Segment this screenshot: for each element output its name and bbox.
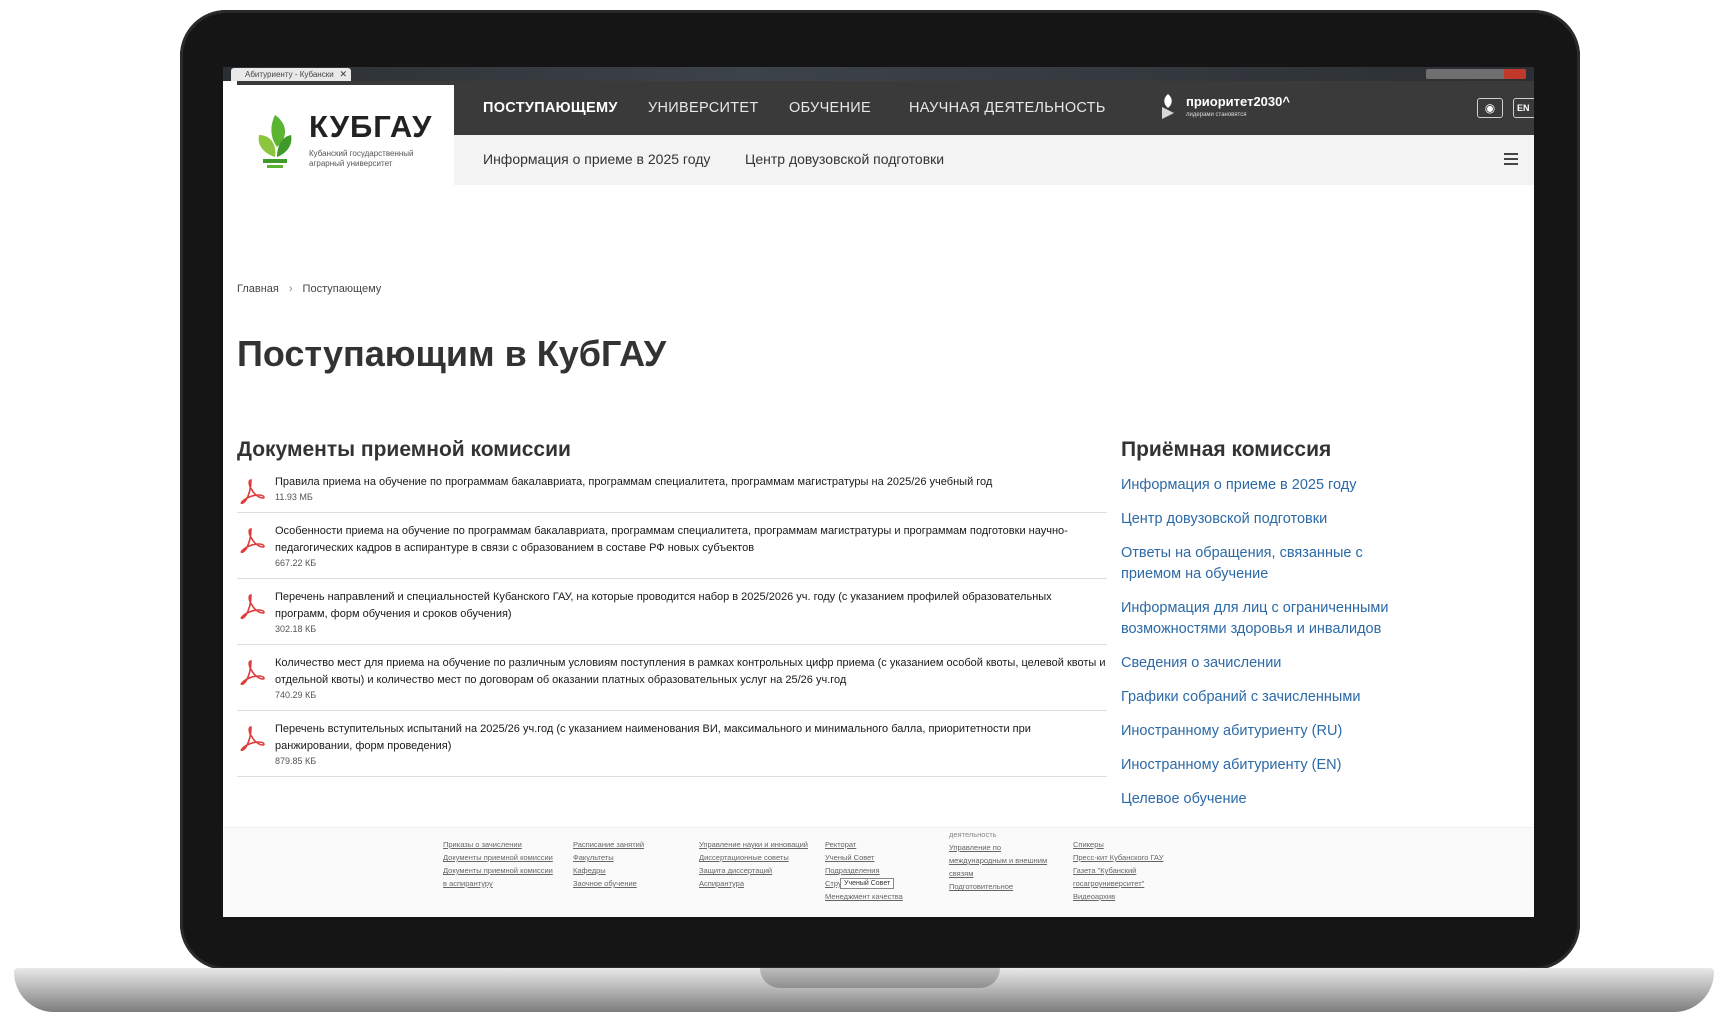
footer-link[interactable]: Заочное обучение [573, 877, 683, 890]
footer-link[interactable]: Управление науки и инноваций [699, 838, 809, 851]
footer-column: Приказы о зачислении Документы приемной … [443, 838, 553, 890]
priority-subtitle: лидерами становятся [1186, 112, 1247, 118]
sidebar-link-foreign-en[interactable]: Иностранному абитуриенту (EN) [1121, 755, 1421, 776]
sub-navigation: Информация о приеме в 2025 году Центр до… [454, 135, 1534, 185]
laptop-notch [760, 968, 1000, 988]
footer-link[interactable]: Диссертационные советы [699, 851, 809, 864]
footer-heading: деятельность [949, 830, 997, 839]
sidebar-link-targeted[interactable]: Целевое обучение [1121, 789, 1421, 810]
document-size: 740.29 КБ [275, 690, 317, 700]
breadcrumb-current: Поступающему [302, 283, 382, 295]
menu-icon[interactable] [1504, 153, 1518, 165]
logo-subtitle: Кубанский государственный аграрный униве… [309, 149, 414, 168]
documents-title: Документы приемной комиссии [237, 438, 571, 461]
footer-link[interactable]: Ученый Совет [825, 851, 935, 864]
language-button[interactable]: EN [1513, 98, 1534, 118]
footer-link[interactable]: Документы приемной комиссии в аспирантур… [443, 864, 553, 890]
pdf-icon [240, 726, 265, 751]
pdf-icon [240, 528, 265, 553]
document-item[interactable]: Перечень вступительных испытаний на 2025… [237, 711, 1107, 777]
subnav-item-preuniversity[interactable]: Центр довузовской подготовки [745, 151, 944, 167]
logo-title: КУБГАУ [309, 109, 433, 144]
window-controls[interactable] [1426, 69, 1526, 79]
pdf-icon [240, 479, 265, 504]
footer-link[interactable]: Кафедры [573, 864, 683, 877]
logo[interactable]: КУБГАУ Кубанский государственный аграрны… [237, 81, 454, 259]
footer-link[interactable]: Ректорат [825, 838, 935, 851]
footer-column: деятельность Управление по международным… [949, 828, 1059, 893]
nav-item-university[interactable]: УНИВЕРСИТЕТ [648, 100, 759, 116]
sidebar-link-admission-info[interactable]: Информация о приеме в 2025 году [1121, 475, 1421, 496]
footer-link[interactable]: Спикеры [1073, 838, 1183, 851]
document-name: Особенности приема на обучение по програ… [275, 525, 1068, 554]
sidebar-link-answers[interactable]: Ответы на обращения, связанные с приемом… [1121, 543, 1421, 585]
sidebar-link-disabilities[interactable]: Информация для лиц с ограниченными возмо… [1121, 598, 1421, 640]
document-size: 302.18 КБ [275, 624, 317, 634]
nav-item-education[interactable]: ОБУЧЕНИЕ [789, 100, 871, 116]
footer-link[interactable]: Управление по международным и внешним св… [949, 841, 1059, 880]
site-footer: Приказы о зачислении Документы приемной … [223, 827, 1534, 917]
breadcrumb: Главная › Поступающему [237, 283, 381, 295]
laptop-screen: Абитуриенту - Кубански ✕ КУБГАУ Кубански… [223, 67, 1534, 917]
footer-column: Спикеры Пресс-кит Кубанского ГАУ Газета … [1073, 838, 1183, 903]
close-icon[interactable]: ✕ [339, 68, 347, 81]
footer-column: Расписание занятий Факультеты Кафедры За… [573, 838, 683, 890]
footer-link[interactable]: Защита диссертаций [699, 864, 809, 877]
document-size: 667.22 КБ [275, 558, 317, 568]
footer-column: Управление науки и инноваций Диссертацио… [699, 838, 809, 890]
breadcrumb-separator: › [288, 283, 293, 295]
document-item[interactable]: Правила приема на обучение по программам… [237, 464, 1107, 513]
nav-item-research[interactable]: НАУЧНАЯ ДЕЯТЕЛЬНОСТЬ [909, 100, 1106, 116]
footer-link[interactable]: Видеоархив [1073, 890, 1183, 903]
document-name: Правила приема на обучение по программам… [275, 476, 993, 488]
footer-link[interactable]: Документы приемной комиссии [443, 851, 553, 864]
site-header: КУБГАУ Кубанский государственный аграрны… [223, 81, 1534, 259]
footer-link[interactable]: Газета "Кубанский госагроуниверситет" [1073, 864, 1183, 890]
window-close-button[interactable] [1504, 69, 1526, 79]
nav-item-applicants[interactable]: ПОСТУПАЮЩЕМУ [483, 100, 618, 116]
footer-link[interactable]: Подготовительное [949, 880, 1059, 893]
tooltip: Ученый Совет [840, 878, 895, 889]
document-item[interactable]: Особенности приема на обучение по програ… [237, 513, 1107, 579]
sidebar-link-foreign-ru[interactable]: Иностранному абитуриенту (RU) [1121, 721, 1421, 742]
document-item[interactable]: Количество мест для приема на обучение п… [237, 645, 1107, 711]
footer-link[interactable]: Факультеты [573, 851, 683, 864]
sidebar-link-enrollment[interactable]: Сведения о зачислении [1121, 653, 1421, 674]
browser-bar: Абитуриенту - Кубански ✕ [223, 67, 1534, 81]
footer-link[interactable]: Менеджмент качества [825, 890, 935, 903]
footer-link[interactable]: Расписание занятий [573, 838, 683, 851]
top-navigation: ПОСТУПАЮЩЕМУ УНИВЕРСИТЕТ ОБУЧЕНИЕ НАУЧНА… [454, 81, 1534, 135]
document-name: Перечень вступительных испытаний на 2025… [275, 723, 1031, 752]
priority-icon [1162, 94, 1174, 119]
footer-column: Ректорат Ученый Совет Подразделения Стру… [825, 838, 935, 903]
document-item[interactable]: Перечень направлений и специальностей Ку… [237, 579, 1107, 645]
page-title: Поступающим в КубГАУ [237, 333, 667, 374]
priority-text: приоритет2030^ [1186, 94, 1290, 109]
document-size: 11.93 МБ [275, 492, 313, 502]
footer-link[interactable]: Подразделения [825, 864, 935, 877]
document-size: 879.85 КБ [275, 756, 317, 766]
pdf-icon [240, 660, 265, 685]
document-name: Перечень направлений и специальностей Ку… [275, 591, 1052, 620]
browser-tab[interactable]: Абитуриенту - Кубански ✕ [231, 68, 351, 81]
browser-tab-title: Абитуриенту - Кубански [245, 70, 334, 79]
subnav-item-admission-info[interactable]: Информация о приеме в 2025 году [483, 151, 710, 167]
footer-link[interactable]: Приказы о зачислении [443, 838, 553, 851]
breadcrumb-home[interactable]: Главная [237, 283, 279, 295]
footer-link[interactable]: Пресс-кит Кубанского ГАУ [1073, 851, 1183, 864]
footer-link[interactable]: Аспирантура [699, 877, 809, 890]
accessibility-eye-button[interactable]: ◉ [1477, 98, 1503, 118]
document-name: Количество мест для приема на обучение п… [275, 657, 1106, 686]
logo-leaf-icon [258, 115, 292, 168]
eye-icon: ◉ [1484, 101, 1496, 115]
sidebar-link-preuniversity[interactable]: Центр довузовской подготовки [1121, 509, 1421, 530]
sidebar-title: Приёмная комиссия [1121, 438, 1332, 461]
documents-list: Правила приема на обучение по программам… [237, 464, 1107, 777]
sidebar-links: Информация о приеме в 2025 году Центр до… [1121, 475, 1421, 823]
pdf-icon [240, 594, 265, 619]
sidebar-link-meetings[interactable]: Графики собраний с зачисленными [1121, 687, 1421, 708]
